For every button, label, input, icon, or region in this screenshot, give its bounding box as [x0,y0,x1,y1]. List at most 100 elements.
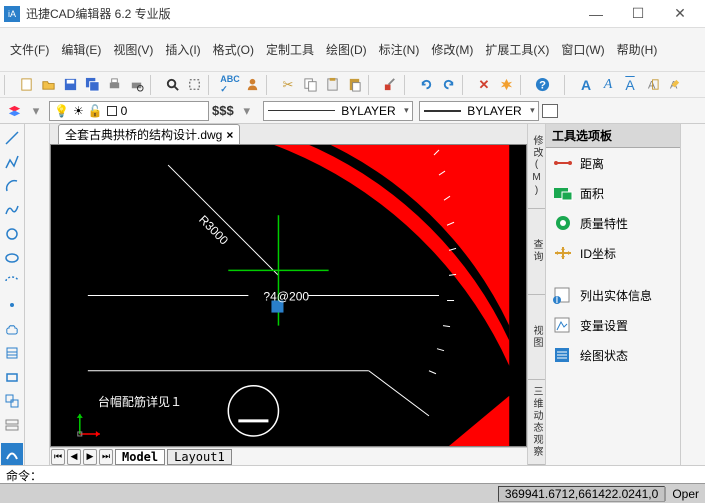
polyline-icon[interactable] [2,152,22,172]
menu-modify[interactable]: 修改(M) [425,38,479,61]
dropdown-arrow-icon[interactable]: ▾ [237,101,257,121]
palette-item-var[interactable]: 变量设置 [546,310,680,340]
palette-item-status[interactable]: 绘图状态 [546,340,680,370]
command-line[interactable]: 命令： [0,465,705,483]
help-icon[interactable]: ? [532,75,552,95]
menu-format[interactable]: 格式(O) [207,38,260,61]
hatch-icon[interactable] [2,343,22,363]
menu-edit[interactable]: 编辑(E) [55,38,107,61]
menu-window[interactable]: 窗口(W) [555,38,610,61]
distance-icon [552,154,574,172]
text-style-a1-icon[interactable]: A [576,75,596,95]
user-icon[interactable] [242,75,262,95]
undo-icon[interactable] [416,75,436,95]
palette-item-area[interactable]: 面积 [546,178,680,208]
palette-item-id[interactable]: ID坐标 [546,238,680,268]
status-coordinates: 369941.6712,661422.0241,0 [498,486,666,502]
spellcheck-icon[interactable]: ABC✓ [220,75,240,95]
nav-last-icon[interactable]: ⏭ [99,449,113,465]
menu-dimension[interactable]: 标注(N) [373,38,426,61]
maximize-button[interactable]: ☐ [617,0,659,28]
save-icon[interactable] [60,75,80,95]
menu-file[interactable]: 文件(F) [4,38,55,61]
arc-icon[interactable] [2,176,22,196]
close-button[interactable]: ✕ [659,0,701,28]
nav-first-icon[interactable]: ⏮ [51,449,65,465]
menu-custom-tools[interactable]: 定制工具 [260,38,320,61]
menu-help[interactable]: 帮助(H) [611,38,664,61]
revision-cloud-icon[interactable] [2,319,22,339]
lineweight-dropdown[interactable]: BYLAYER [419,101,539,121]
menu-draw[interactable]: 绘图(D) [320,38,373,61]
side-tab-modify[interactable]: 修改(M) [528,124,545,209]
menu-ext-tools[interactable]: 扩展工具(X) [479,38,555,61]
delete-icon[interactable]: ✕ [474,75,494,95]
find-icon[interactable] [162,75,182,95]
select-icon[interactable] [184,75,204,95]
window-title: 迅捷CAD编辑器 6.2 专业版 [26,5,575,22]
redo-icon[interactable] [438,75,458,95]
palette-item-massprop[interactable]: 质量特性 [546,208,680,238]
close-tab-icon[interactable]: × [226,128,233,142]
currency-label[interactable]: $$$ [212,101,234,121]
new-icon[interactable] [16,75,36,95]
circle-icon[interactable] [2,224,22,244]
save-all-icon[interactable] [82,75,102,95]
rectangle-icon[interactable] [2,367,22,387]
line-icon[interactable] [2,128,22,148]
copy-icon[interactable] [300,75,320,95]
status-mode: Oper [665,487,705,501]
linetype-dropdown[interactable]: BYLAYER [263,101,413,121]
explode-icon[interactable] [496,75,516,95]
lock-icon: 🔓 [88,104,103,118]
model-tab[interactable]: Model [115,449,165,465]
ellipse-icon[interactable] [2,248,22,268]
print-icon[interactable] [104,75,124,95]
layer-manager-icon[interactable] [4,101,24,121]
ellipse-arc-icon[interactable] [2,272,22,292]
area-icon [552,184,574,202]
draw-toolbar-left-2 [25,124,50,465]
text-props-icon[interactable]: A [642,75,662,95]
text-edit-icon[interactable]: A [664,75,684,95]
text-icon[interactable] [2,415,22,435]
open-icon[interactable] [38,75,58,95]
side-tab-view[interactable]: 视图 [528,295,545,380]
nav-prev-icon[interactable]: ◀ [67,449,81,465]
right-toolbar [680,124,705,465]
nav-next-icon[interactable]: ▶ [83,449,97,465]
drawing-canvas[interactable]: R3000 ?4@200 台帽配筋详见１ [50,144,527,447]
layer-color-swatch [107,106,117,116]
layout1-tab[interactable]: Layout1 [167,449,232,465]
palette-item-distance[interactable]: 距离 [546,148,680,178]
layer-prev-icon[interactable]: ▾ [26,101,46,121]
minimize-button[interactable]: — [575,0,617,28]
layer-name: 0 [121,104,128,118]
menu-insert[interactable]: 插入(I) [159,38,206,61]
copyclip-icon[interactable] [322,75,342,95]
text-style-a2-icon[interactable]: A [598,75,618,95]
palette-item-list[interactable]: i 列出实体信息 [546,280,680,310]
paste-icon[interactable] [344,75,364,95]
matchprop-icon[interactable] [380,75,400,95]
menu-view[interactable]: 视图(V) [107,38,159,61]
region-icon[interactable] [2,391,22,411]
layer-dropdown[interactable]: 💡 ☀ 🔓 0 [49,101,209,121]
sun-icon: ☀ [73,104,84,118]
id-icon [552,244,574,262]
cut-icon[interactable]: ✂ [278,75,298,95]
side-tab-inquiry[interactable]: 查询 [528,209,545,294]
app-icon[interactable] [1,443,23,465]
text-style-a3-icon[interactable]: A [620,75,640,95]
svg-text:R3000: R3000 [196,212,231,247]
palette-title: 工具选项板 [546,124,680,148]
document-tab[interactable]: 全套古典拱桥的结构设计.dwg × [58,124,240,144]
print-preview-icon[interactable] [126,75,146,95]
color-swatch[interactable] [542,104,558,118]
status-bar: 369941.6712,661422.0241,0 Oper [0,483,705,503]
standard-toolbar: ABC✓ ✂ ✕ ? A A A A A [0,72,705,98]
point-icon[interactable] [2,295,22,315]
var-icon [552,316,574,334]
side-tab-3dorbit[interactable]: 三维动态观察 [528,380,545,465]
spline-icon[interactable] [2,200,22,220]
